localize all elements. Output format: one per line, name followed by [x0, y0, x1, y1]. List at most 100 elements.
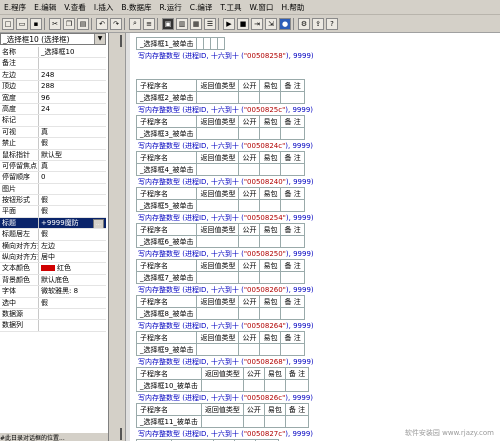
chevron-down-icon[interactable]: ▼ [94, 34, 105, 44]
subroutine-name[interactable]: _选择框1_被单击 [135, 37, 198, 50]
table-cell[interactable] [196, 163, 240, 176]
property-row[interactable]: 左边 248 [0, 69, 106, 82]
menu-item[interactable]: I.插入 [90, 2, 118, 13]
table-cell[interactable] [238, 199, 261, 212]
table-cell[interactable] [196, 37, 205, 50]
property-row[interactable]: 名称 _选择框10 [0, 47, 106, 59]
property-value[interactable]: 默认型 [39, 150, 106, 160]
table-cell[interactable] [200, 415, 244, 428]
property-row[interactable]: 图片 [0, 183, 106, 196]
table-cell[interactable] [196, 91, 240, 104]
help-icon[interactable]: ? [326, 17, 338, 30]
property-row[interactable]: 纵向对齐方式居中 [0, 252, 106, 264]
property-value[interactable]: 96 [39, 93, 106, 103]
subroutine-name[interactable]: _选择框10_被单击 [136, 379, 202, 392]
cut-icon[interactable]: ✂ [49, 17, 61, 30]
stop-icon[interactable]: ■ [237, 17, 249, 30]
property-row[interactable]: 顶边 288 [0, 81, 106, 93]
property-row[interactable]: 标题 +9999魔防… [0, 217, 106, 230]
property-value[interactable]: _选择框10 [39, 47, 106, 57]
property-value[interactable] [39, 184, 106, 194]
table-cell[interactable] [259, 127, 282, 140]
table-cell[interactable] [280, 199, 305, 212]
redo-icon[interactable]: ↷ [110, 17, 122, 30]
table-cell[interactable] [196, 199, 240, 212]
table-cell[interactable] [263, 379, 286, 392]
table-cell[interactable] [284, 379, 310, 392]
panel-icon[interactable]: ▥ [176, 17, 188, 30]
table-cell[interactable] [280, 235, 305, 248]
property-value[interactable] [39, 320, 106, 330]
subroutine-name[interactable]: _选择框3_被单击 [135, 127, 198, 140]
table-cell[interactable] [259, 91, 282, 104]
table-cell[interactable] [259, 163, 282, 176]
code-line[interactable]: 写内存整数型 (进程ID, 十六到十 ("00508258"), 9999) [136, 50, 314, 62]
table-cell[interactable] [238, 127, 261, 140]
breakpoint-icon[interactable]: ● [279, 17, 291, 30]
subroutine-name[interactable]: _选择框7_被单击 [135, 271, 198, 284]
subroutine-name[interactable]: _选择框11_被单击 [136, 415, 202, 428]
menu-item[interactable]: H.帮助 [277, 2, 308, 13]
table-cell[interactable] [259, 199, 282, 212]
table-cell[interactable] [217, 37, 226, 50]
new-file-icon[interactable]: □ [2, 17, 14, 30]
table-cell[interactable] [259, 271, 282, 284]
property-row[interactable]: 可停留焦点真 [0, 160, 106, 173]
copy-icon[interactable]: ❐ [63, 17, 75, 30]
ellipsis-button[interactable]: … [93, 218, 104, 229]
subroutine-name[interactable]: _选择框2_被单击 [135, 91, 198, 104]
property-value[interactable]: 假 [39, 229, 106, 239]
menu-item[interactable]: B.数据库 [117, 2, 155, 13]
menu-item[interactable]: E.编辑 [30, 2, 60, 13]
table-cell[interactable] [203, 37, 212, 50]
open-file-icon[interactable]: ▭ [16, 17, 28, 30]
property-row[interactable]: 选中假 [0, 297, 106, 309]
table-cell[interactable] [196, 307, 240, 320]
table-cell[interactable] [280, 127, 305, 140]
step-over-icon[interactable]: ⇲ [265, 17, 277, 30]
table-cell[interactable] [238, 307, 261, 320]
property-row[interactable]: 背景颜色 默认底色 [0, 274, 106, 287]
table-cell[interactable] [242, 379, 265, 392]
table-cell[interactable] [196, 343, 240, 356]
property-value[interactable] [39, 58, 106, 68]
tab-marker[interactable] [120, 35, 122, 47]
property-value[interactable]: 24 [39, 104, 106, 114]
property-row[interactable]: 宽度 96 [0, 92, 106, 104]
step-icon[interactable]: ⇥ [251, 17, 263, 30]
property-value[interactable]: 假 [39, 206, 106, 216]
property-row[interactable]: 平面假 [0, 206, 106, 218]
property-value[interactable]: 288 [39, 81, 106, 91]
table-cell[interactable] [238, 343, 261, 356]
find-icon[interactable]: ⌕ [129, 17, 141, 30]
table-cell[interactable] [238, 163, 261, 176]
table-cell[interactable] [280, 343, 305, 356]
menu-item[interactable]: W.窗口 [245, 2, 277, 13]
property-value[interactable]: 红色 [39, 263, 106, 273]
compile-icon[interactable]: ⚙ [298, 17, 310, 30]
table-cell[interactable] [280, 271, 305, 284]
table-cell[interactable] [210, 37, 219, 50]
tab-marker[interactable] [120, 428, 122, 440]
property-value[interactable]: 真 [39, 127, 106, 137]
table-cell[interactable] [238, 271, 261, 284]
subroutine-name[interactable]: _选择框4_被单击 [135, 163, 198, 176]
property-value[interactable]: 真 [39, 161, 106, 171]
table-cell[interactable] [196, 127, 240, 140]
property-value[interactable] [39, 115, 106, 125]
property-row[interactable]: 数据源 [0, 308, 106, 321]
property-row[interactable]: 数据列 [0, 320, 106, 332]
table-cell[interactable] [200, 379, 244, 392]
table-cell[interactable] [259, 343, 282, 356]
paste-icon[interactable]: ▤ [77, 17, 89, 30]
property-value[interactable]: 假 [39, 138, 106, 148]
run-icon[interactable]: ▶ [223, 17, 235, 30]
window-layout-icon[interactable]: ▣ [162, 17, 174, 30]
table-cell[interactable] [238, 91, 261, 104]
subroutine-name[interactable]: _选择框9_被单击 [135, 343, 198, 356]
property-row[interactable]: 字体 微软雅黑: 8 [0, 286, 106, 298]
menu-item[interactable]: E.程序 [0, 2, 30, 13]
property-row[interactable]: 停留顺序 0 [0, 172, 106, 184]
property-value[interactable]: 假 [39, 298, 106, 308]
table-cell[interactable] [242, 415, 265, 428]
